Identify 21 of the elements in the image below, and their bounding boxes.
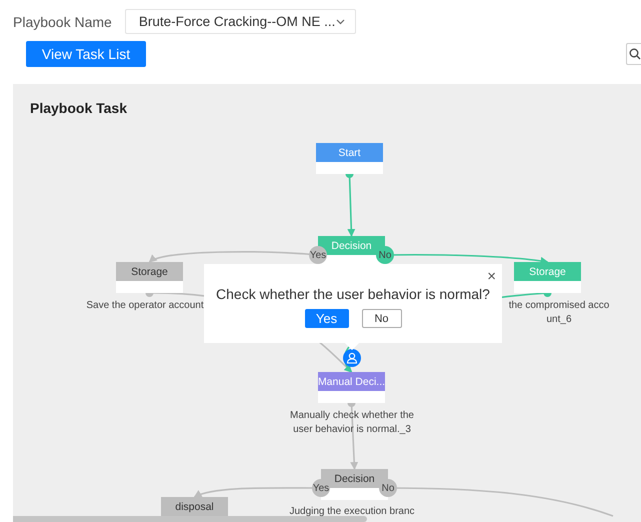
view-task-list-button[interactable]: View Task List <box>26 41 146 67</box>
yes-button[interactable]: Yes <box>304 309 348 328</box>
panel-title: Playbook Task <box>30 100 128 116</box>
chevron-icon <box>336 18 345 24</box>
branch-label: No <box>376 246 394 264</box>
disposal-node[interactable]: disposal <box>161 497 228 516</box>
playbook-select[interactable]: Brute-Force Cracking--OM NE ... <box>124 9 356 34</box>
dialog-question: Check whether the user behavior is normal? <box>216 286 490 302</box>
scrollbar[interactable] <box>13 516 367 522</box>
node-caption: Save the operator account <box>86 299 204 313</box>
node-caption: Judging the execution branc <box>289 505 415 519</box>
node-caption: the compromised acco unt_6 <box>508 299 610 327</box>
branch-label: No <box>379 479 397 497</box>
person-icon[interactable] <box>343 349 361 367</box>
close-button[interactable]: × <box>487 269 496 285</box>
branch-label: Yes <box>309 246 327 264</box>
search-icon <box>629 48 641 60</box>
branch-label: Yes <box>312 479 330 497</box>
no-button[interactable]: No <box>362 309 402 328</box>
node-caption: Manually check whether the user behavior is normal._3 <box>290 409 414 437</box>
playbook-label: Playbook Name <box>13 14 112 30</box>
